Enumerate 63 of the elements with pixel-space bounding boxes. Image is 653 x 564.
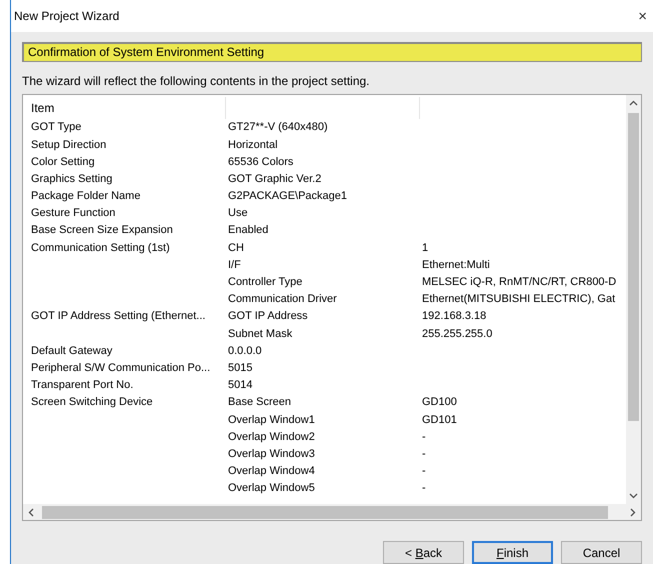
item-name: Default Gateway — [31, 344, 112, 357]
setting-value: G2PACKAGE\Package1 — [228, 190, 348, 202]
setting-detail: Ethernet(MITSUBISHI ELECTRIC), Gat — [422, 293, 616, 306]
setting-value: GT27**-V (640x480) — [228, 121, 328, 134]
item-name: Color Setting — [31, 156, 95, 168]
setting-value: Base Screen — [228, 396, 291, 408]
setting-detail: - — [422, 482, 426, 494]
item-name: Package Folder Name — [31, 190, 140, 202]
setting-value: 65536 Colors — [228, 156, 294, 168]
item-name: Gesture Function — [31, 207, 116, 220]
setting-detail: GD101 — [422, 414, 457, 426]
setting-value: CH — [228, 242, 244, 254]
scroll-thumb[interactable] — [42, 506, 608, 518]
setting-value: Overlap Window5 — [228, 482, 315, 494]
dialog-button[interactable]: Cancel — [561, 541, 642, 564]
setting-value: GOT Graphic Ver.2 — [228, 172, 322, 185]
setting-detail: MELSEC iQ-R, RnMT/NC/RT, CR800-D — [422, 276, 616, 288]
setting-value: Horizontal — [228, 138, 278, 151]
item-name: Base Screen Size Expansion — [31, 224, 173, 236]
setting-value: GOT IP Address — [228, 310, 308, 322]
setting-detail: 255.255.255.0 — [422, 328, 492, 340]
setting-value: Overlap Window4 — [228, 465, 315, 478]
setting-value: 5015 — [228, 362, 252, 374]
setting-detail: - — [422, 448, 426, 460]
column-header[interactable]: Item — [31, 99, 54, 117]
scroll-left-icon[interactable] — [28, 508, 34, 516]
scroll-right-icon[interactable] — [630, 508, 636, 516]
item-name: Screen Switching Device — [31, 396, 153, 408]
setting-detail: 192.168.3.18 — [422, 310, 486, 322]
setting-detail: - — [422, 465, 426, 478]
setting-value: Communication Driver — [228, 293, 337, 306]
window-title: New Project Wizard — [14, 8, 120, 25]
setting-detail: 1 — [422, 242, 428, 254]
item-name: GOT IP Address Setting (Ethernet... — [31, 310, 206, 322]
scroll-thumb[interactable] — [628, 113, 639, 421]
setting-value: Enabled — [228, 224, 268, 236]
close-button[interactable]: × — [638, 8, 649, 24]
description-text: The wizard will reflect the following contents in the project setting. — [22, 73, 371, 90]
setting-detail: Ethernet:Multi — [422, 258, 490, 271]
setting-detail: GD100 — [422, 396, 457, 408]
item-name: Setup Direction — [31, 138, 106, 151]
step-title: Confirmation of System Environment Setting — [22, 42, 642, 62]
setting-value: Overlap Window3 — [228, 448, 315, 460]
item-name: Transparent Port No. — [31, 379, 134, 392]
scroll-up-icon[interactable] — [629, 100, 638, 106]
setting-value: 5014 — [228, 379, 252, 392]
item-name: Communication Setting (1st) — [31, 242, 170, 254]
setting-detail: - — [422, 430, 426, 443]
vertical-scrollbar[interactable] — [626, 95, 641, 504]
dialog-button[interactable]: Finish — [472, 541, 553, 564]
item-name: Peripheral S/W Communication Po... — [31, 362, 210, 374]
item-name: GOT Type — [31, 121, 82, 134]
setting-value: Subnet Mask — [228, 328, 292, 340]
setting-value: Use — [228, 207, 248, 220]
setting-value: Overlap Window2 — [228, 430, 315, 443]
setting-value: I/F — [228, 258, 241, 271]
scroll-down-icon[interactable] — [629, 493, 638, 499]
setting-value: 0.0.0.0 — [228, 344, 262, 357]
setting-value: Controller Type — [228, 276, 302, 288]
dialog-button[interactable]: < Back — [383, 541, 464, 564]
horizontal-scrollbar[interactable] — [23, 504, 641, 520]
item-name: Graphics Setting — [31, 172, 112, 185]
setting-value: Overlap Window1 — [228, 414, 315, 426]
